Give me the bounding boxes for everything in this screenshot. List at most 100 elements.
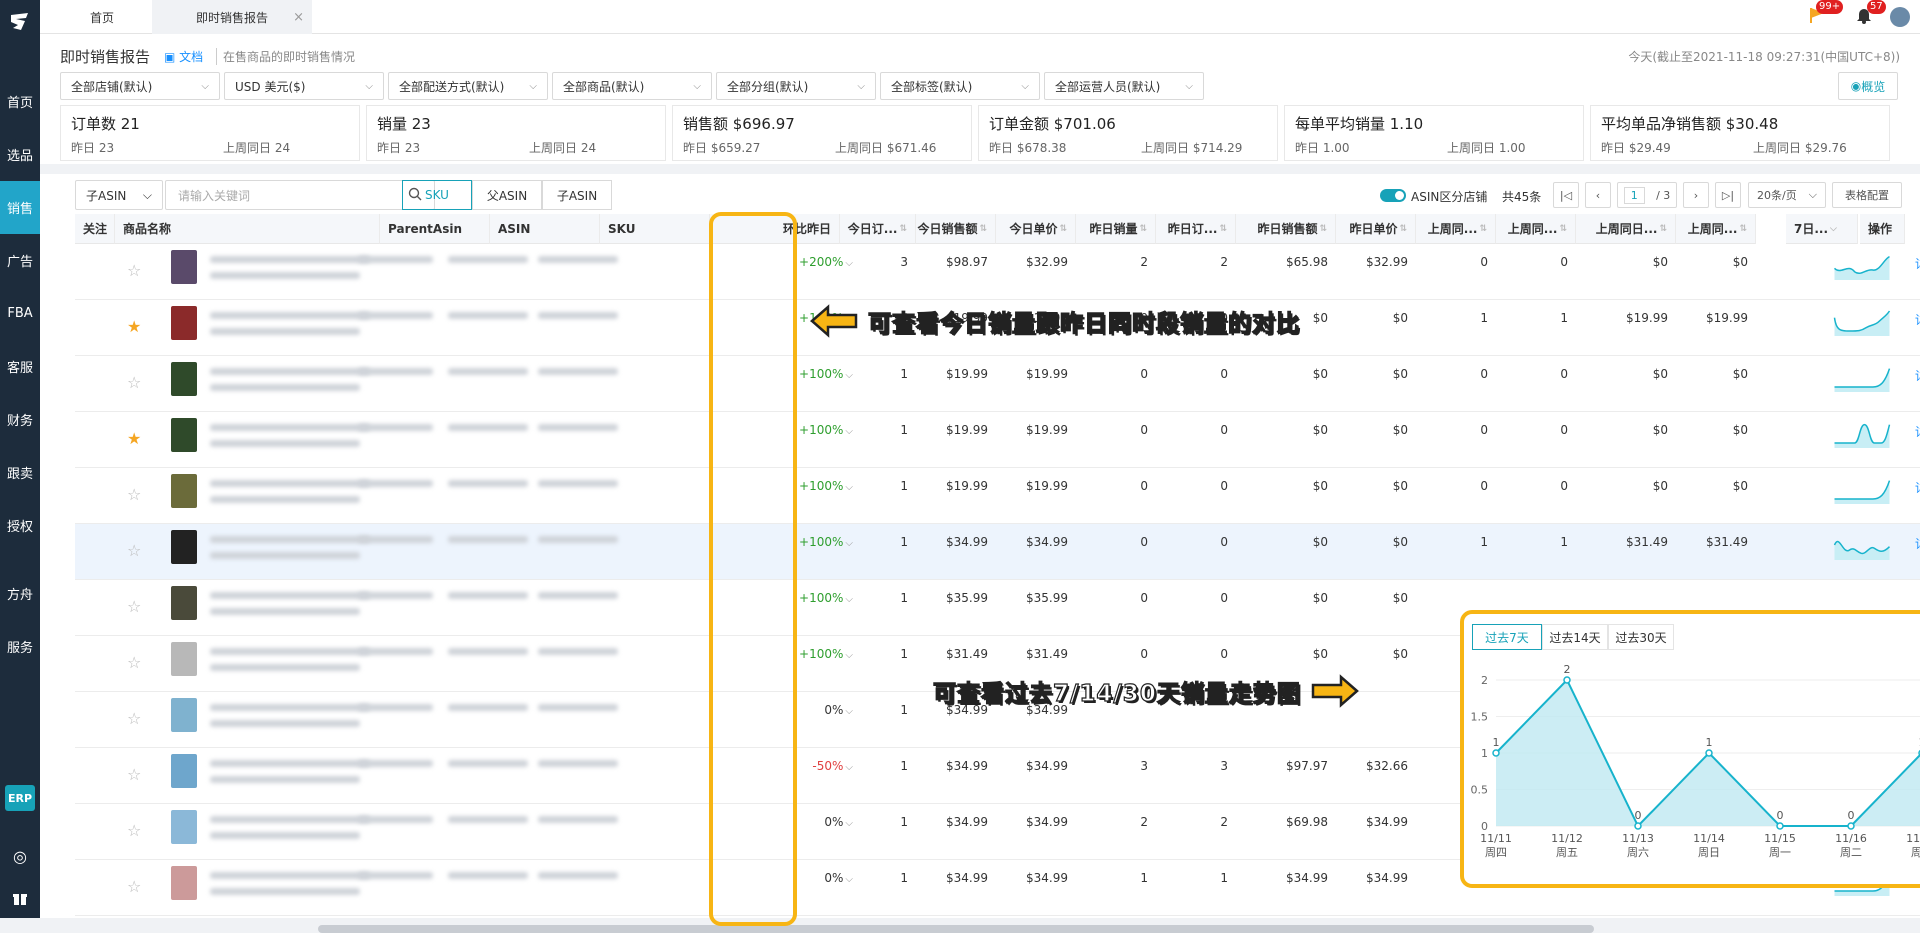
detail-link[interactable]: 详情 [1915, 255, 1920, 272]
product-thumbnail[interactable] [171, 362, 197, 396]
detail-link[interactable]: 详情 [1915, 423, 1920, 440]
star-icon[interactable]: ☆ [127, 765, 141, 784]
page-input[interactable]: 1 [1624, 187, 1645, 204]
detail-link[interactable]: 详情 [1915, 479, 1920, 496]
first-page-button[interactable]: |◁ [1553, 182, 1579, 208]
column-header[interactable]: 关注 [75, 214, 115, 244]
table-config-button[interactable]: 表格配置 [1832, 182, 1902, 208]
column-header[interactable]: 操作 [1860, 214, 1905, 244]
gift-icon[interactable] [10, 888, 30, 908]
chevron-down-icon: ⌵ [365, 81, 373, 92]
last-page-button[interactable]: ▷| [1715, 182, 1741, 208]
sidebar-item[interactable]: 跟卖 [0, 446, 40, 499]
page-size-select[interactable]: 20条/页⌵ [1748, 182, 1826, 208]
detail-link[interactable]: 详情 [1915, 535, 1920, 552]
sidebar-item[interactable]: 方舟 [0, 567, 40, 620]
product-thumbnail[interactable] [171, 810, 197, 844]
segment-parent-asin[interactable]: 父ASIN [472, 180, 542, 210]
column-header[interactable]: 上周同...⇅ [1416, 214, 1496, 244]
star-icon[interactable]: ☆ [127, 709, 141, 728]
column-header[interactable]: 上周同日...⇅ [1576, 214, 1676, 244]
sidebar-item[interactable]: 广告 [0, 234, 40, 287]
sparkline[interactable] [1827, 474, 1897, 504]
star-icon[interactable]: ☆ [127, 261, 141, 280]
column-label: 上周同... [1428, 220, 1478, 237]
filter-select[interactable]: 全部商品(默认)⌵ [552, 72, 712, 100]
product-thumbnail[interactable] [171, 418, 197, 452]
product-thumbnail[interactable] [171, 754, 197, 788]
sidebar-item[interactable]: 客服 [0, 340, 40, 393]
sparkline[interactable] [1827, 362, 1897, 392]
column-header[interactable]: 昨日订...⇅ [1156, 214, 1236, 244]
detail-link[interactable]: 详情 [1915, 311, 1920, 328]
column-header[interactable]: 今日销售额⇅ [916, 214, 996, 244]
product-thumbnail[interactable] [171, 530, 197, 564]
sidebar-item[interactable]: 销售 [0, 181, 40, 234]
column-header[interactable]: SKU [600, 214, 710, 244]
close-icon[interactable]: × [293, 10, 304, 25]
column-header[interactable]: 今日订...⇅ [840, 214, 916, 244]
sidebar-item[interactable]: 首页 [0, 75, 40, 128]
product-thumbnail[interactable] [171, 474, 197, 508]
support-icon[interactable]: ◎ [10, 846, 30, 866]
logo-icon[interactable] [0, 0, 40, 44]
filter-select[interactable]: 全部运营人员(默认)⌵ [1044, 72, 1204, 100]
tab-instant-sales[interactable]: 即时销售报告 × [152, 0, 312, 34]
sidebar-item[interactable]: 财务 [0, 393, 40, 446]
column-header[interactable]: 商品名称 [115, 214, 380, 244]
star-icon[interactable]: ☆ [127, 877, 141, 896]
sparkline[interactable] [1827, 418, 1897, 448]
search-input[interactable]: 请输入关键词 [165, 180, 435, 210]
filter-select[interactable]: 全部配送方式(默认)⌵ [388, 72, 548, 100]
overview-button[interactable]: ◉概览 [1838, 72, 1898, 100]
prev-page-button[interactable]: ‹ [1585, 182, 1611, 208]
sidebar-item[interactable]: 服务 [0, 620, 40, 673]
sparkline[interactable] [1827, 306, 1897, 336]
tab-home[interactable]: 首页 [52, 0, 152, 34]
avatar[interactable] [1890, 7, 1910, 27]
star-icon[interactable]: ★ [127, 429, 141, 448]
star-icon[interactable]: ☆ [127, 597, 141, 616]
erp-badge[interactable]: ERP [5, 785, 35, 811]
sidebar-item[interactable]: 选品 [0, 128, 40, 181]
sidebar-item[interactable]: FBA [0, 287, 40, 340]
column-header[interactable]: 昨日销售额⇅ [1236, 214, 1336, 244]
filter-select[interactable]: 全部分组(默认)⌵ [716, 72, 876, 100]
detail-link[interactable]: 详情 [1915, 367, 1920, 384]
filter-select[interactable]: USD 美元($)⌵ [224, 72, 384, 100]
next-page-button[interactable]: › [1683, 182, 1709, 208]
product-thumbnail[interactable] [171, 586, 197, 620]
table-cell: $19.99 [996, 468, 1076, 524]
column-header[interactable]: 上周同...⇅ [1496, 214, 1576, 244]
product-thumbnail[interactable] [171, 250, 197, 284]
product-thumbnail[interactable] [171, 698, 197, 732]
star-icon[interactable]: ☆ [127, 653, 141, 672]
column-header[interactable]: 上周同...⇅ [1676, 214, 1756, 244]
sparkline[interactable] [1827, 530, 1897, 560]
star-icon[interactable]: ☆ [127, 821, 141, 840]
segment-sku[interactable]: SKU [402, 180, 472, 210]
asin-type-select[interactable]: 子ASIN⌵ [75, 180, 163, 210]
star-icon[interactable]: ☆ [127, 541, 141, 560]
star-icon[interactable]: ★ [127, 317, 141, 336]
doc-link[interactable]: ▣ 文档 [164, 48, 203, 65]
column-header[interactable]: 昨日单价⇅ [1336, 214, 1416, 244]
star-icon[interactable]: ☆ [127, 373, 141, 392]
column-header[interactable]: 昨日销量⇅ [1076, 214, 1156, 244]
product-thumbnail[interactable] [171, 642, 197, 676]
column-header[interactable]: 7日...⌵ [1786, 214, 1858, 244]
horizontal-scrollbar[interactable] [318, 925, 1594, 933]
column-header[interactable]: 今日单价⇅ [996, 214, 1076, 244]
sparkline[interactable] [1827, 250, 1897, 280]
product-thumbnail[interactable] [171, 306, 197, 340]
star-icon[interactable]: ☆ [127, 485, 141, 504]
filter-select[interactable]: 全部标签(默认)⌵ [880, 72, 1040, 100]
product-thumbnail[interactable] [171, 866, 197, 900]
sidebar-item[interactable]: 授权 [0, 499, 40, 552]
filter-select[interactable]: 全部店铺(默认)⌵ [60, 72, 220, 100]
column-header[interactable]: ParentAsin [380, 214, 490, 244]
segment-child-asin[interactable]: 子ASIN [542, 180, 612, 210]
page-indicator[interactable]: 1/ 3 [1617, 182, 1677, 208]
asin-store-toggle[interactable] [1380, 189, 1406, 202]
column-header[interactable]: ASIN [490, 214, 600, 244]
